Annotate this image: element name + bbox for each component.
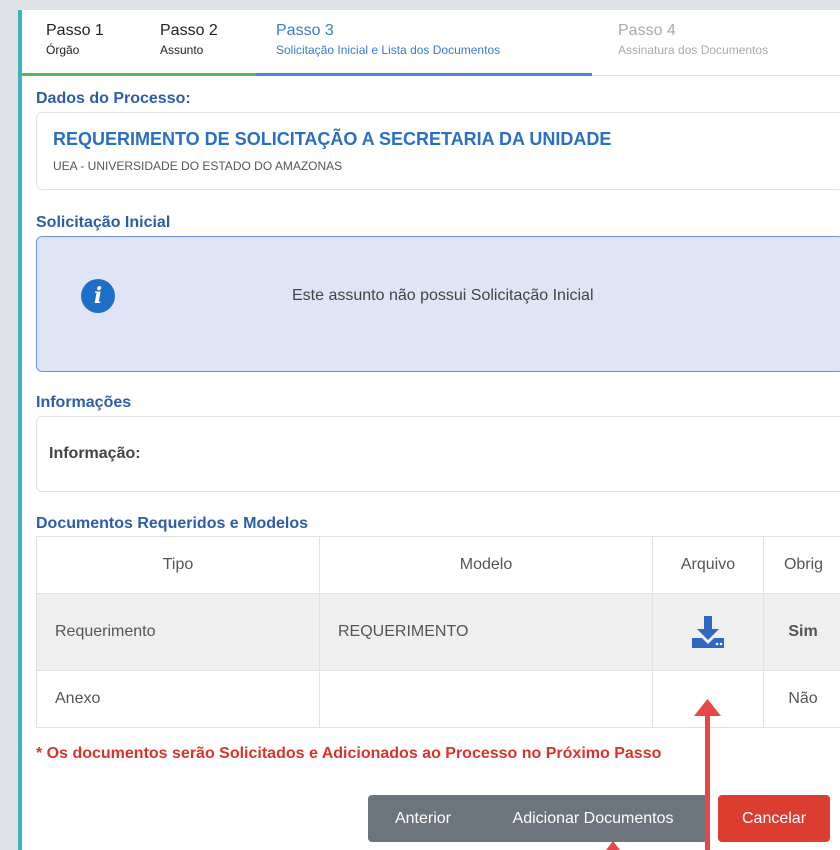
annotation-arrow-overlay — [606, 699, 721, 850]
annotation-arrow-bottom — [606, 841, 620, 850]
annotation-arrow-up — [694, 699, 721, 850]
